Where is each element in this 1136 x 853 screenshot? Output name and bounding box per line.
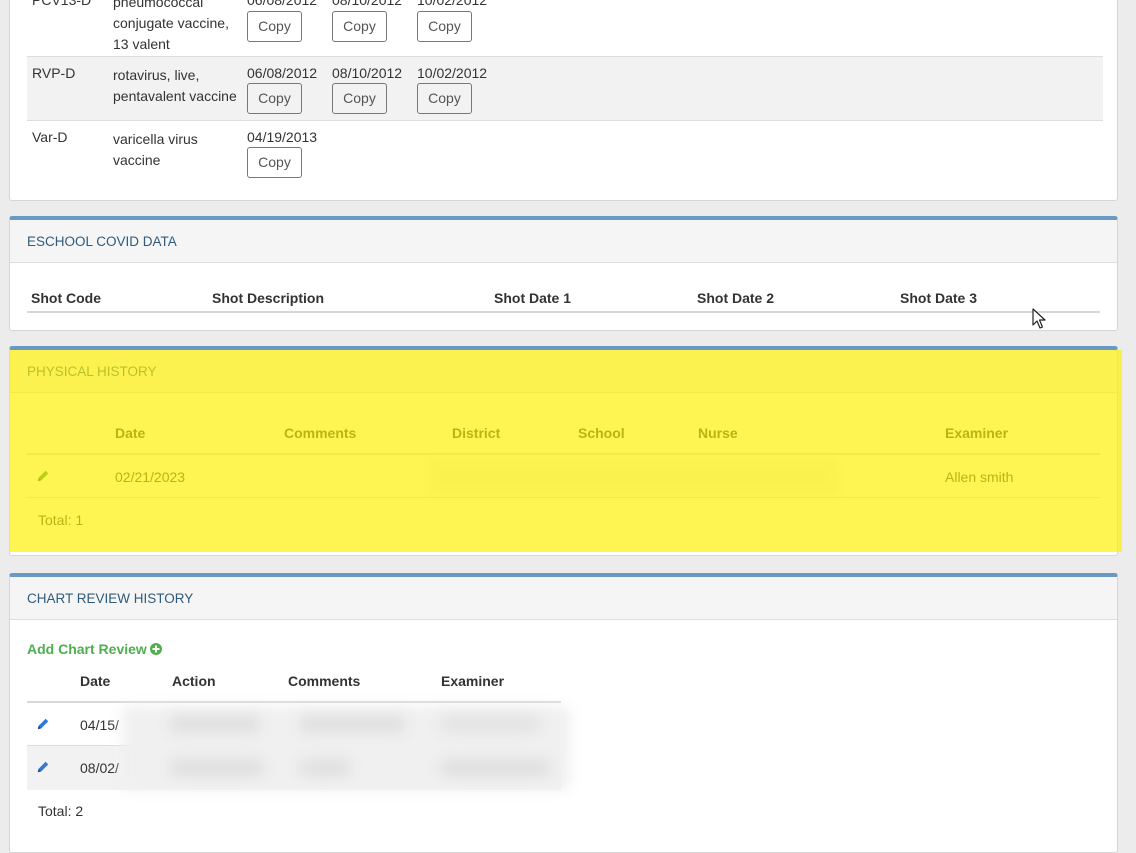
physical-date: 02/21/2023 <box>115 469 186 485</box>
column-header[interactable]: Comments <box>288 673 360 689</box>
shot-description: rotavirus, live, pentavalent vaccine <box>113 67 237 104</box>
chart-review-date: 04/15/ <box>80 717 119 733</box>
shot-code: RVP-D <box>32 65 76 81</box>
column-header[interactable]: Shot Code <box>31 290 101 306</box>
edit-pencil-icon[interactable] <box>36 469 50 483</box>
shot-code: Var-D <box>32 129 68 145</box>
panel-title: PHYSICAL HISTORY <box>10 350 1117 393</box>
column-header[interactable]: Shot Date 2 <box>697 290 774 306</box>
column-header[interactable]: Nurse <box>698 425 738 441</box>
copy-date-button[interactable]: Copy <box>247 147 302 178</box>
shot-date: 04/19/2013 <box>247 129 318 145</box>
edit-pencil-icon[interactable] <box>36 760 50 774</box>
shot-date: 08/10/2012 <box>332 65 403 81</box>
panel-title: ESCHOOL COVID DATA <box>10 220 1117 263</box>
column-header[interactable]: School <box>578 425 625 441</box>
total-count: Total: 2 <box>38 803 84 819</box>
header-divider <box>27 311 1100 313</box>
redacted-text <box>440 760 550 776</box>
header-divider <box>27 453 1100 455</box>
shot-description: pneumococcal conjugate vaccine, 13 valen… <box>113 0 229 52</box>
row-divider <box>27 120 1103 121</box>
add-chart-review-link[interactable]: Add Chart Review <box>27 641 162 657</box>
shot-description: varicella virus vaccine <box>113 131 198 168</box>
chart-review-date: 08/02/ <box>80 760 119 776</box>
add-chart-review-label: Add Chart Review <box>27 641 147 657</box>
eschool-covid-panel: ESCHOOL COVID DATA <box>9 216 1118 331</box>
column-header[interactable]: Shot Description <box>212 290 324 306</box>
header-divider <box>27 701 561 703</box>
column-header[interactable]: Date <box>80 673 110 689</box>
panel-title: CHART REVIEW HISTORY <box>10 577 1117 620</box>
column-header[interactable]: Examiner <box>441 673 504 689</box>
column-header[interactable]: Shot Date 1 <box>494 290 571 306</box>
shot-date: 10/02/2012 <box>417 0 488 8</box>
edit-pencil-icon[interactable] <box>36 717 50 731</box>
total-count: Total: 1 <box>38 512 84 528</box>
copy-date-button[interactable]: Copy <box>332 83 387 114</box>
shot-date: 06/08/2012 <box>247 0 318 8</box>
shot-date: 08/10/2012 <box>332 0 403 8</box>
physical-examiner: Allen smith <box>945 469 1014 485</box>
column-header[interactable]: District <box>452 425 500 441</box>
copy-date-button[interactable]: Copy <box>332 11 387 42</box>
redacted-text <box>300 760 350 776</box>
shot-code: PCV13-D <box>32 0 92 8</box>
column-header[interactable]: Comments <box>284 425 356 441</box>
column-header[interactable]: Date <box>115 425 145 441</box>
redacted-text <box>170 760 265 776</box>
column-header[interactable]: Action <box>172 673 216 689</box>
row-divider <box>27 497 1100 498</box>
copy-date-button[interactable]: Copy <box>417 83 472 114</box>
redacted-text <box>170 716 260 732</box>
mouse-cursor-icon <box>1032 308 1046 329</box>
redacted-text <box>300 716 405 732</box>
column-header[interactable]: Examiner <box>945 425 1008 441</box>
copy-date-button[interactable]: Copy <box>417 11 472 42</box>
redacted-text <box>440 716 540 732</box>
physical-history-panel: PHYSICAL HISTORY <box>9 346 1118 556</box>
redacted-area <box>428 457 840 497</box>
plus-circle-icon <box>149 643 162 655</box>
shot-date: 10/02/2012 <box>417 65 488 81</box>
copy-date-button[interactable]: Copy <box>247 11 302 42</box>
shot-date: 06/08/2012 <box>247 65 318 81</box>
column-header[interactable]: Shot Date 3 <box>900 290 977 306</box>
copy-date-button[interactable]: Copy <box>247 83 302 114</box>
